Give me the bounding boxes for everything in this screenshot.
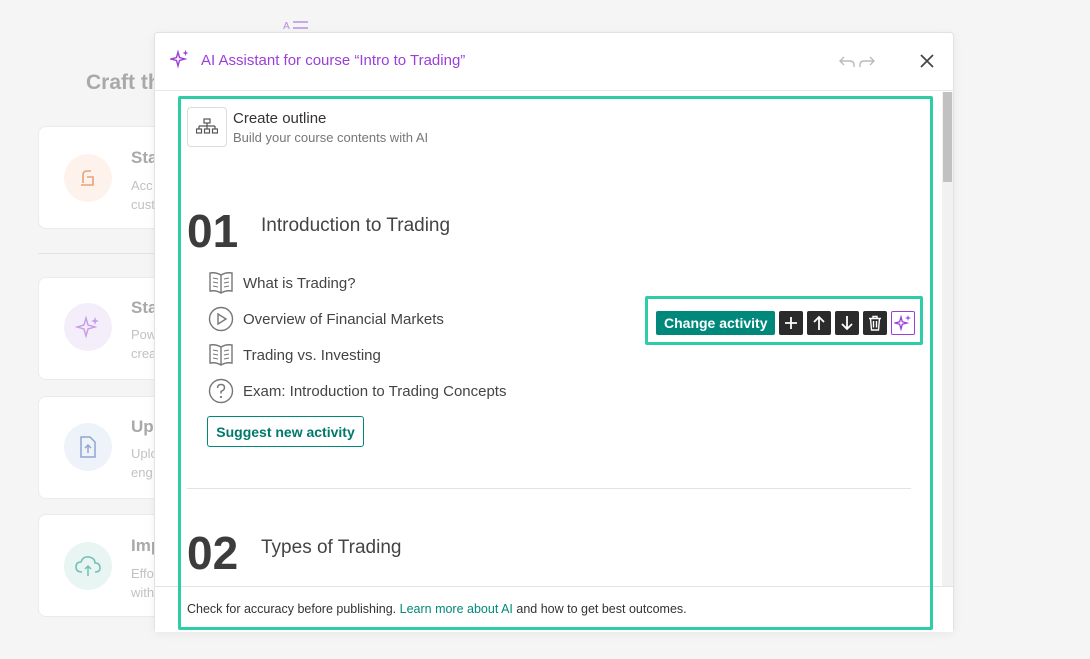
pen-icon bbox=[64, 154, 112, 202]
play-icon bbox=[207, 306, 234, 333]
question-icon bbox=[207, 378, 234, 405]
activity-item[interactable]: Trading vs. Investing bbox=[207, 341, 381, 369]
sparkle-icon bbox=[64, 303, 112, 351]
section-divider bbox=[187, 488, 911, 489]
book-icon bbox=[207, 342, 234, 369]
activity-label: Exam: Introduction to Trading Concepts bbox=[243, 382, 507, 400]
activity-label: What is Trading? bbox=[243, 274, 356, 292]
svg-text:A: A bbox=[283, 21, 290, 32]
activity-toolbar: Change activity bbox=[656, 310, 916, 336]
section-title[interactable]: Types of Trading bbox=[261, 537, 401, 559]
redo-icon[interactable] bbox=[858, 54, 876, 70]
activity-item[interactable]: What is Trading? bbox=[207, 269, 356, 297]
modal-title: AI Assistant for course “Intro to Tradin… bbox=[201, 52, 466, 69]
footer-text: Check for accuracy before publishing. bbox=[187, 602, 400, 616]
ai-assistant-modal: AI Assistant for course “Intro to Tradin… bbox=[154, 32, 954, 632]
ai-sparkle-icon bbox=[168, 49, 190, 74]
activity-label: Trading vs. Investing bbox=[243, 346, 381, 364]
modal-body[interactable]: Create outline Build your course content… bbox=[156, 92, 942, 586]
change-activity-button[interactable]: Change activity bbox=[656, 311, 776, 335]
section-number: 01 bbox=[187, 205, 239, 257]
learn-more-link[interactable]: Learn more about AI bbox=[400, 602, 513, 616]
ai-sparkle-icon[interactable] bbox=[891, 311, 916, 335]
trash-icon[interactable] bbox=[863, 311, 888, 335]
card-text: Pow bbox=[131, 327, 157, 342]
plus-icon[interactable] bbox=[779, 311, 804, 335]
book-icon bbox=[207, 270, 234, 297]
section-number: 02 bbox=[187, 527, 239, 579]
activity-item[interactable]: Overview of Financial Markets bbox=[207, 305, 444, 333]
card-title: Up bbox=[131, 417, 154, 436]
card-text: crea bbox=[131, 346, 157, 361]
activity-item[interactable]: Exam: Introduction to Trading Concepts bbox=[207, 377, 506, 405]
outline-tree-icon bbox=[187, 107, 227, 147]
page-heading: Craft th bbox=[86, 71, 161, 94]
activity-label: Overview of Financial Markets bbox=[243, 310, 444, 328]
card-text: cust bbox=[131, 197, 155, 212]
arrow-down-icon[interactable] bbox=[835, 311, 860, 335]
modal-header: AI Assistant for course “Intro to Tradin… bbox=[155, 33, 953, 91]
card-text: with bbox=[131, 585, 155, 600]
undo-icon[interactable] bbox=[838, 54, 856, 70]
upload-file-icon bbox=[64, 423, 112, 471]
outline-title: Create outline bbox=[233, 110, 327, 127]
footer-text: and how to get best outcomes. bbox=[512, 602, 687, 616]
divider bbox=[38, 253, 168, 254]
cloud-upload-icon bbox=[64, 542, 112, 590]
card-text: eng bbox=[131, 465, 153, 480]
scrollbar-thumb[interactable] bbox=[943, 92, 952, 182]
suggest-activity-button[interactable]: Suggest new activity bbox=[207, 416, 364, 447]
card-text: Effo bbox=[131, 566, 154, 581]
card-text: Acc bbox=[131, 178, 153, 193]
footer-note: Check for accuracy before publishing. Le… bbox=[187, 602, 687, 616]
modal-footer: Check for accuracy before publishing. Le… bbox=[155, 586, 953, 632]
scrollbar[interactable] bbox=[942, 92, 953, 586]
arrow-up-icon[interactable] bbox=[807, 311, 832, 335]
outline-subtitle: Build your course contents with AI bbox=[233, 130, 429, 145]
close-icon[interactable] bbox=[915, 49, 939, 73]
section-title[interactable]: Introduction to Trading bbox=[261, 215, 450, 237]
